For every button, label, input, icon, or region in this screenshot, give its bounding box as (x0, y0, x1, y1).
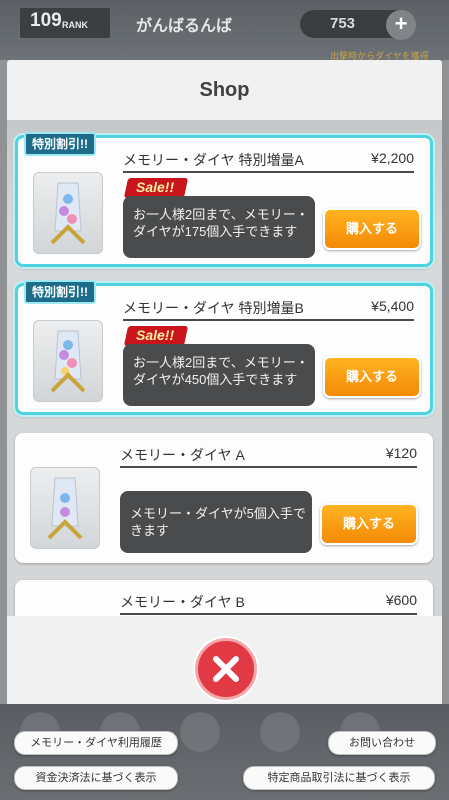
memory-diamond-icon (33, 172, 103, 254)
rank-label: RANK (62, 20, 88, 30)
item-price: ¥120 (385, 445, 417, 461)
shop-title: Shop (199, 79, 250, 101)
rank-number: 109 (30, 10, 62, 31)
shop-modal: Shop 特別割引!! メモリー・ダイヤ 特別増量A ¥2,200 Sale!!… (7, 60, 442, 704)
shop-item-special-b: 特別割引!! メモリー・ダイヤ 特別増量B ¥5,400 Sale!! お一人様… (15, 280, 433, 415)
item-description-box: お一人様2回まで、メモリー・ダイヤが175個入手できます (123, 196, 315, 258)
item-name: メモリー・ダイヤ 特別増量A (123, 152, 304, 168)
item-description-box: お一人様2回まで、メモリー・ダイヤが450個入手できます (123, 344, 315, 406)
buy-button[interactable]: 購入する (320, 503, 418, 545)
memory-diamond-icon (30, 467, 100, 549)
item-description-box: メモリー・ダイヤが5個入手できます (120, 491, 312, 553)
game-header: 109 RANK がんばるんば 753 + 出撃時からダイヤを獲得 (0, 0, 449, 61)
close-button[interactable] (195, 638, 257, 700)
shop-item-special-a: 特別割引!! メモリー・ダイヤ 特別増量A ¥2,200 Sale!! お一人様… (15, 132, 433, 267)
nav-icon (180, 712, 220, 752)
contact-link[interactable]: お問い合わせ (328, 731, 436, 755)
buy-button[interactable]: 購入する (323, 208, 421, 250)
memory-diamond-icon (33, 320, 103, 402)
item-price: ¥2,200 (371, 150, 414, 166)
sale-label: Sale!! (136, 327, 175, 343)
nav-icon (260, 712, 300, 752)
close-x-icon (213, 656, 239, 682)
title-divider (123, 319, 414, 321)
special-discount-tag: 特別割引!! (24, 132, 96, 156)
shop-item-a: メモリー・ダイヤ A ¥120 メモリー・ダイヤが5個入手できます 購入する (15, 433, 433, 563)
diamond-count: 753 (330, 15, 356, 32)
diamond-history-link[interactable]: メモリー・ダイヤ利用履歴 (14, 731, 178, 755)
player-name: がんばるんば (136, 18, 233, 35)
settlement-law-link[interactable]: 資金決済法に基づく表示 (14, 766, 178, 790)
add-diamond-button[interactable]: + (386, 10, 416, 40)
item-description: お一人様2回まで、メモリー・ダイヤが175個入手できます (133, 207, 309, 239)
item-price: ¥5,400 (371, 298, 414, 314)
buy-button[interactable]: 購入する (323, 356, 421, 398)
special-discount-tag: 特別割引!! (24, 280, 96, 304)
item-description: お一人様2回まで、メモリー・ダイヤが450個入手できます (133, 355, 309, 387)
title-divider (123, 171, 414, 173)
item-name: メモリー・ダイヤ 特別増量B (123, 300, 304, 316)
item-name: メモリー・ダイヤ A (120, 447, 245, 463)
title-divider (120, 466, 417, 468)
item-description: メモリー・ダイヤが5個入手できます (130, 506, 306, 538)
commercial-law-link[interactable]: 特定商品取引法に基づく表示 (243, 766, 435, 790)
title-divider (120, 613, 417, 615)
modal-footer (7, 616, 442, 704)
item-price: ¥600 (385, 592, 417, 608)
shop-item-list[interactable]: 特別割引!! メモリー・ダイヤ 特別増量A ¥2,200 Sale!! お一人様… (7, 120, 442, 676)
item-name: メモリー・ダイヤ B (120, 594, 245, 610)
sale-label: Sale!! (136, 179, 175, 195)
